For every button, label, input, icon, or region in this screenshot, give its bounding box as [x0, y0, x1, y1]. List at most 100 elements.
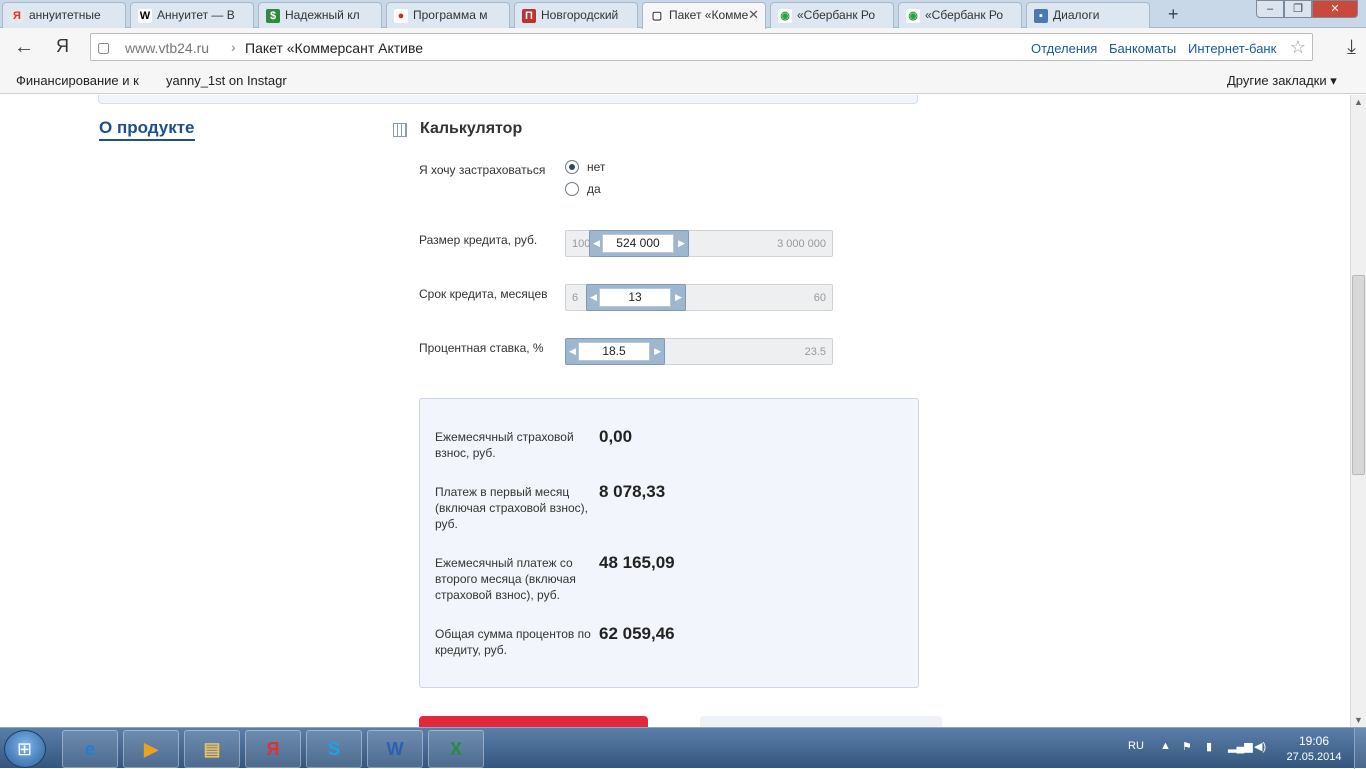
scroll-down-icon[interactable]: ▼: [1354, 715, 1363, 725]
network-signal-icon[interactable]: ▂▄▆: [1228, 740, 1253, 753]
loan-amount-slider[interactable]: 100 3 000 000 ◀ 524 000 ▶: [565, 230, 833, 257]
ie-icon[interactable]: e: [62, 730, 118, 768]
address-bar[interactable]: ▢ www.vtb24.ru › Пакет «Коммерсант Актив…: [90, 33, 1313, 61]
close-window-button[interactable]: ✕: [1312, 0, 1358, 18]
tab-title: Диалоги: [1053, 8, 1100, 22]
insurance-option-yes[interactable]: да: [587, 182, 601, 196]
page-icon: ▢: [97, 39, 111, 55]
arrow-right-icon: ▶: [654, 346, 661, 356]
tray-expand-icon[interactable]: ▲: [1160, 740, 1171, 752]
interest-rate-slider[interactable]: 23.5 ◀ 18.5 ▶: [565, 338, 833, 365]
browser-tab[interactable]: П Новгородский: [514, 2, 638, 28]
calculator-title: Калькулятор: [420, 120, 523, 137]
tab-title: Новгородский: [541, 8, 619, 22]
maximize-button[interactable]: ❐: [1284, 0, 1312, 18]
scrollbar-thumb[interactable]: [1352, 275, 1365, 475]
quick-link-branches[interactable]: Отделения: [1031, 41, 1097, 56]
quick-link-internet-bank[interactable]: Интернет-банк: [1188, 41, 1276, 56]
url-text: www.vtb24.ru: [125, 40, 210, 56]
start-button[interactable]: ⊞: [4, 730, 46, 768]
arrow-right-icon: ▶: [678, 238, 685, 248]
clock-date: 27.05.2014: [1286, 751, 1342, 763]
apply-button[interactable]: [419, 716, 648, 727]
bookmarks-bar: Финансирование и к yanny_1st on Instagr …: [0, 66, 1366, 94]
back-button[interactable]: ←: [14, 36, 34, 59]
other-bookmarks[interactable]: Другие закладки ▾: [1227, 73, 1337, 89]
scroll-up-icon[interactable]: ▲: [1354, 97, 1363, 107]
arrow-left-icon: ◀: [593, 238, 600, 248]
media-player-icon[interactable]: ▶: [123, 730, 179, 768]
browser-tab[interactable]: $ Надежный кл: [258, 2, 382, 28]
tab-favicon-icon: П: [522, 9, 536, 23]
tab-title: аннуитетные: [29, 8, 101, 22]
show-desktop-button[interactable]: [1354, 728, 1366, 769]
address-page-title: Пакет «Коммерсант Активе: [245, 40, 424, 56]
skype-icon[interactable]: S: [306, 730, 362, 768]
tab-close-icon[interactable]: ✕: [748, 7, 759, 23]
loan-amount-label: Размер кредита, руб.: [419, 233, 538, 247]
bookmark-star-icon[interactable]: ☆: [1290, 37, 1306, 58]
new-tab-button[interactable]: +: [1168, 4, 1179, 25]
browser-tab[interactable]: W Аннуитет — В: [130, 2, 254, 28]
tab-favicon-icon: ▢: [650, 9, 664, 23]
yandex-browser-icon[interactable]: Я: [245, 730, 301, 768]
bookmark-instagram[interactable]: yanny_1st on Instagr: [166, 73, 287, 88]
loan-term-handle[interactable]: ◀ 13 ▶: [586, 284, 686, 311]
taskbar: ⊞ e ▶ ▤ Я S W X RU ▲ ⚑ ▮ ▂▄▆ ◀) 19:06 27.05.20…: [0, 727, 1366, 769]
browser-tab[interactable]: ▢ Пакет «Комме ✕: [642, 2, 766, 29]
language-indicator[interactable]: RU: [1128, 740, 1144, 752]
about-product-link[interactable]: О продукте: [99, 118, 195, 141]
insurance-radio-no[interactable]: [565, 160, 579, 174]
result-value-insurance: 0,00: [599, 427, 633, 446]
download-icon[interactable]: ⤓: [1347, 36, 1356, 59]
arrow-left-icon: ◀: [590, 292, 597, 302]
loan-term-label: Срок кредита, месяцев: [419, 287, 548, 301]
quick-link-atms[interactable]: Банкоматы: [1109, 41, 1176, 56]
loan-term-slider[interactable]: 6 60 ◀ 13 ▶: [565, 284, 833, 311]
loan-amount-min: 100: [572, 238, 591, 250]
loan-term-min: 6: [572, 292, 579, 304]
tab-favicon-icon: ◉: [906, 9, 920, 23]
interest-rate-handle[interactable]: ◀ 18.5 ▶: [565, 338, 665, 365]
clock-time: 19:06: [1298, 734, 1330, 748]
volume-icon[interactable]: ◀): [1254, 740, 1266, 753]
loan-amount-value[interactable]: 524 000: [602, 234, 674, 253]
results-panel: Ежемесячный страховой взнос, руб. 0,00 П…: [419, 398, 919, 688]
tab-title: Аннуитет — В: [157, 8, 235, 22]
loan-term-value[interactable]: 13: [599, 288, 671, 307]
page-scrollbar[interactable]: ▲ ▼: [1350, 95, 1366, 727]
browser-tab[interactable]: ▪ Диалоги: [1026, 2, 1150, 28]
result-value-monthly-payment: 48 165,09: [599, 553, 675, 572]
browser-tab[interactable]: ● Программа м: [386, 2, 510, 28]
interest-rate-value[interactable]: 18.5: [578, 342, 650, 361]
secondary-button[interactable]: [700, 716, 942, 727]
minimize-button[interactable]: –: [1256, 0, 1284, 18]
loan-amount-handle[interactable]: ◀ 524 000 ▶: [589, 230, 689, 257]
yandex-button[interactable]: Я: [56, 36, 69, 57]
device-icon[interactable]: ▮: [1206, 740, 1212, 753]
insurance-radio-yes[interactable]: [565, 182, 579, 196]
tab-title: «Сбербанк Ро: [797, 8, 876, 22]
url-separator: ›: [231, 39, 236, 55]
word-icon[interactable]: W: [367, 730, 423, 768]
explorer-icon[interactable]: ▤: [184, 730, 240, 768]
address-bar-row: ← Я ▢ www.vtb24.ru › Пакет «Коммерсант А…: [0, 28, 1366, 66]
windows-logo-icon: ⊞: [17, 739, 33, 759]
tab-title: «Сбербанк Ро: [925, 8, 1004, 22]
excel-icon[interactable]: X: [428, 730, 484, 768]
system-clock[interactable]: 19:06 27.05.2014: [1284, 733, 1344, 765]
browser-tab[interactable]: ◉ «Сбербанк Ро: [898, 2, 1022, 28]
result-value-total-interest: 62 059,46: [599, 624, 675, 643]
tab-favicon-icon: $: [266, 9, 280, 23]
result-label-insurance: Ежемесячный страховой взнос, руб.: [435, 430, 574, 460]
tab-title: Надежный кл: [285, 8, 360, 22]
tab-favicon-icon: W: [138, 9, 152, 23]
browser-tab[interactable]: Яаннуитетные: [2, 2, 126, 28]
bookmark-financing[interactable]: Финансирование и к: [16, 73, 139, 88]
page-content: О продукте Калькулятор Я хочу застрахова…: [0, 95, 1350, 727]
action-center-flag-icon[interactable]: ⚑: [1182, 740, 1192, 753]
tab-title: Пакет «Комме: [669, 8, 749, 22]
browser-tab[interactable]: ◉ «Сбербанк Ро: [770, 2, 894, 28]
insurance-option-no[interactable]: нет: [587, 160, 605, 174]
tab-favicon-icon: ▪: [1034, 9, 1048, 23]
